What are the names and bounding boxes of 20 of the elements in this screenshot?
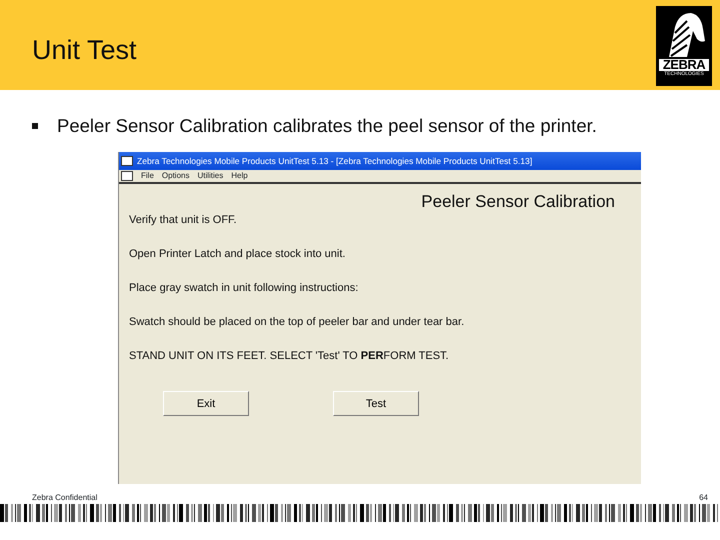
logo-text: ZEBRA: [659, 59, 709, 71]
bullet-text: Peeler Sensor Calibration calibrates the peel sensor of the printer.: [57, 114, 597, 138]
exit-button[interactable]: Exit: [163, 391, 249, 416]
instruction-text: STAND UNIT ON ITS FEET. SELECT 'Test' TO PERFORM TEST.: [128, 350, 449, 364]
app-icon: [121, 156, 133, 166]
menu-item[interactable]: Options: [162, 168, 190, 183]
bullet-icon: [32, 122, 38, 129]
panel-heading: Peeler Sensor Calibration: [420, 190, 616, 213]
instruction-text: Open Printer Latch and place stock into unit.: [128, 248, 346, 262]
instruction-text: Place gray swatch in unit following instructions:: [128, 282, 358, 296]
page-number: 64: [699, 492, 708, 504]
menu-item[interactable]: Help: [231, 168, 248, 183]
slide-title: Unit Test: [32, 34, 137, 67]
window-title: Zebra Technologies Mobile Products UnitTest 5.13 - [Zebra Technologies Mobile Products UnitTest 5.13]: [137, 154, 532, 168]
instruction-text: Verify that unit is OFF.: [128, 214, 237, 228]
menu-item[interactable]: Utilities: [197, 168, 224, 183]
instruction-text: Swatch should be placed on the top of peeler bar and under tear bar.: [128, 316, 464, 330]
menu-item[interactable]: File: [141, 168, 154, 183]
test-button[interactable]: Test: [333, 391, 419, 416]
footer-text: Zebra Confidential: [32, 492, 98, 504]
